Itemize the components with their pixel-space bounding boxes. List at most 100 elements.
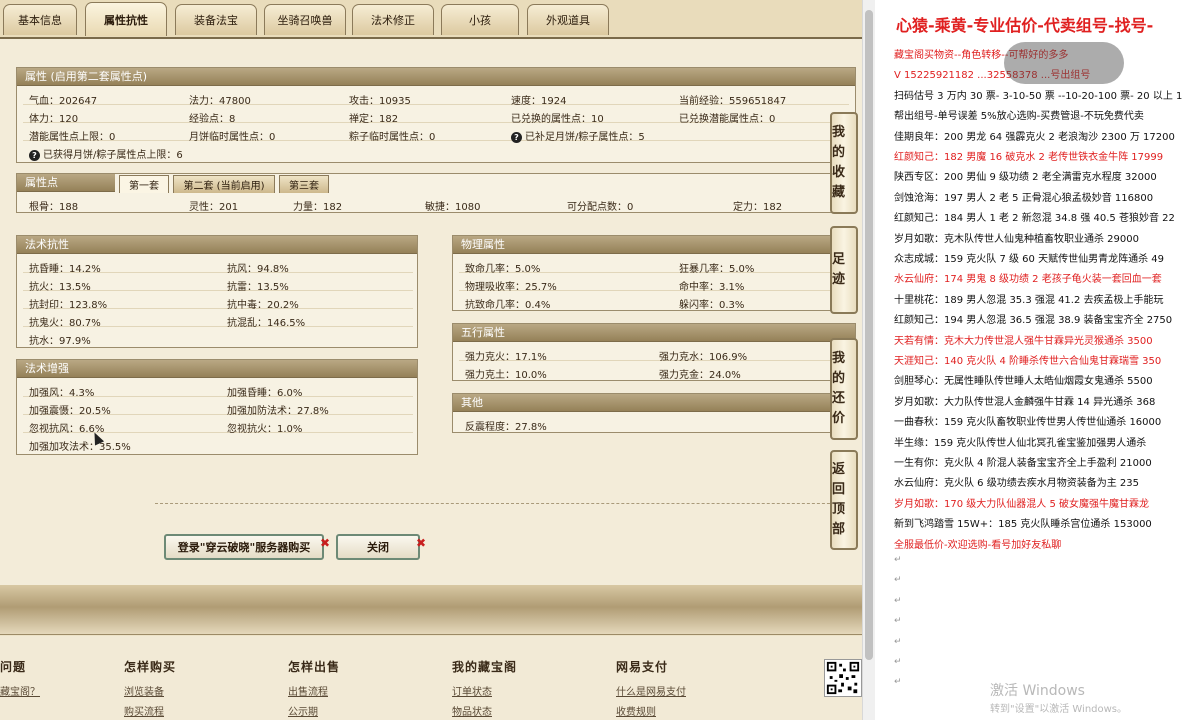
hp-value: 气血：202647 (29, 96, 98, 107)
overlay-line: 扫码估号 3 万内 30 票- 3-10-50 票 --10-20-100 票-… (894, 90, 1183, 102)
mooncake-filled-value: ? 已补足月饼/粽子属性点：5 (511, 128, 645, 143)
footer-link-public-period[interactable]: 公示期 (288, 703, 318, 718)
footer-link-fee-rules[interactable]: 收费规则 (616, 703, 656, 718)
footprints-button[interactable]: 足迹 (830, 226, 858, 314)
attributes-box: 属性 (启用第二套属性点) 气血：202647 法力：47800 攻击：1093… (16, 67, 856, 163)
question-icon[interactable]: ? (29, 150, 40, 161)
resist-wind: 抗风：94.8% (227, 264, 289, 275)
overlay-line: 红颜知己：182 男魔 16 破克水 2 老传世铁衣金牛阵 17999 (894, 152, 1164, 163)
tab-basic-info[interactable]: 基本信息 (3, 4, 77, 35)
counter-earth: 强力克土：10.0% (465, 370, 547, 381)
ignore-resist-fire: 忽视抗火：1.0% (227, 424, 303, 435)
spell-enhance-header: 法术增强 (17, 360, 417, 378)
close-icon: ✖ (416, 536, 427, 550)
tab-point-set-3[interactable]: 第三套 (279, 175, 329, 193)
overlay-line: 天若有情：克木大力传世混人强牛甘霖异光灵猴通杀 3500 (894, 335, 1153, 347)
resist-sleep: 抗昏睡：14.2% (29, 264, 101, 275)
resist-thunder: 抗雷：13.5% (227, 282, 289, 293)
tab-point-set-1[interactable]: 第一套 (119, 175, 169, 193)
footer-link-buy-process[interactable]: 购买流程 (124, 703, 164, 718)
resist-fire: 抗火：13.5% (29, 282, 91, 293)
attack-value: 攻击：10935 (349, 96, 411, 107)
stamina-value: 体力：120 (29, 114, 79, 125)
return-mark-icon: ↵ (894, 595, 902, 606)
return-mark-icon: ↵ (894, 555, 902, 565)
redeemed-points-value: 已兑换的属性点：10 (511, 114, 604, 125)
overlay-title: 心猿-乘黄-专业估价-代卖组号-找号- (896, 16, 1154, 35)
tab-children[interactable]: 小孩 (441, 4, 519, 35)
reflect-degree: 反震程度：27.8% (465, 422, 547, 433)
overlay-line: 佳期良年：200 男龙 64 强霹克火 2 老浪淘沙 2300 万 17200 (894, 131, 1175, 143)
tab-appearance[interactable]: 外观道具 (527, 4, 609, 35)
text-overlay-panel: 心猿-乘黄-专业估价-代卖组号-找号- 藏宝阁买物资--角色转移--可帮好的多多… (876, 0, 1188, 720)
potential-limit-value: 潜能属性点上限：0 (29, 132, 116, 143)
spell-resist-header: 法术抗性 (17, 236, 417, 254)
redeemed-potential-value: 已兑换潜能属性点：0 (679, 114, 776, 125)
enhance-wind: 加强风：4.3% (29, 388, 95, 399)
resist-water: 抗水：97.9% (29, 336, 91, 347)
footer-link-item-status[interactable]: 物品状态 (452, 703, 492, 718)
divider (155, 503, 855, 504)
overlay-line: 新到飞鸿踏雪 15W+：185 克火队睡杀宫位通杀 153000 (894, 519, 1152, 531)
zen-value: 禅定：182 (349, 114, 399, 125)
my-favorites-button[interactable]: 我的收藏 (830, 112, 858, 214)
strength-value: 力量：182 (293, 202, 343, 213)
counter-water: 强力克水：106.9% (659, 352, 748, 363)
overlay-line: 帮出组号-单号误差 5%放心选购-买费管退-不玩免费代卖 (894, 111, 1144, 123)
tab-mounts-pets[interactable]: 坐骑召唤兽 (264, 4, 346, 35)
scrollbar[interactable] (862, 0, 875, 720)
footer-col-how-to-buy: 怎样购买 (124, 660, 177, 674)
resist-ghostfire: 抗鬼火：80.7% (29, 318, 101, 329)
enhance-shock: 加强震慑：20.5% (29, 406, 111, 417)
counter-metal: 强力克金：24.0% (659, 370, 741, 381)
resist-seal: 抗封印：123.8% (29, 300, 108, 311)
question-icon[interactable]: ? (511, 132, 522, 143)
tab-equipment[interactable]: 装备法宝 (175, 4, 257, 35)
close-button[interactable]: 关闭 (336, 534, 420, 560)
footer-link-sell-process[interactable]: 出售流程 (288, 683, 328, 698)
counter-fire: 强力克火：17.1% (465, 352, 547, 363)
return-mark-icon: ↵ (894, 636, 902, 647)
overlay-line: 全服最低价-欢迎选购-看号加好友私聊 (894, 539, 1062, 551)
overlay-line: 陕西专区：200 男仙 9 级功绩 2 老全满雷克水程度 32000 (894, 172, 1157, 184)
login-server-buy-button[interactable]: 登录"穿云破晓"服务器购买 (164, 534, 324, 560)
footer-link-order-status[interactable]: 订单状态 (452, 683, 492, 698)
overlay-line: 剑胆琴心：无属性睡队传世睡人太皓仙烟霞女鬼通杀 5500 (894, 376, 1153, 388)
speed-value: 速度：1924 (511, 96, 567, 107)
footer-link-browse-equipment[interactable]: 浏览装备 (124, 683, 164, 698)
attribute-panel: 属性 (启用第二套属性点) 气血：202647 法力：47800 攻击：1093… (0, 37, 862, 585)
phys-absorb-rate: 物理吸收率：25.7% (465, 282, 557, 293)
spirit-value: 灵性：201 (189, 202, 239, 213)
overlay-line: 岁月如歌：克木队传世人仙鬼种植畜牧职业通杀 29000 (894, 233, 1139, 245)
hit-rate: 命中率：3.1% (679, 282, 745, 293)
footer-link-what-is-netease-pay[interactable]: 什么是网易支付 (616, 683, 686, 698)
anti-crit-rate: 抗致命几率：0.4% (465, 300, 551, 311)
overlay-line: 一生有你：克火队 4 阶混人装备宝宝齐全上手盈利 21000 (894, 458, 1152, 469)
decorative-rope-band (0, 585, 862, 635)
other-header: 其他 (453, 394, 855, 412)
scrollbar-thumb[interactable] (865, 10, 873, 660)
obscured-region (1004, 42, 1124, 84)
overlay-line: 岁月如歌：170 级大力队仙器混人 5 破女魔强牛魔甘霖龙 (894, 498, 1149, 510)
overlay-line: 十里桃花：189 男人忽混 35.3 强混 41.2 去疾孟极上手能玩 (894, 294, 1164, 306)
mp-value: 法力：47800 (189, 96, 251, 107)
dodge-rate: 躲闪率：0.3% (679, 300, 745, 311)
tab-attributes[interactable]: 属性抗性 (85, 2, 167, 36)
concentration-value: 定力：182 (733, 202, 783, 213)
return-mark-icon: ↵ (894, 616, 902, 627)
tab-point-set-2[interactable]: 第二套 (当前启用) (173, 175, 275, 193)
return-mark-icon: ↵ (894, 657, 902, 667)
my-counteroffer-button[interactable]: 我的还价 (830, 338, 858, 440)
tab-spell-correction[interactable]: 法术修正 (352, 4, 434, 35)
physical-box: 物理属性 致命几率：5.0% 狂暴几率：5.0% 物理吸收率：25.7% 命中率… (452, 235, 856, 311)
footer-link-what-is-cbg[interactable]: 藏宝阁？ (0, 683, 40, 698)
points-box: 属性点 第一套 第二套 (当前启用) 第三套 根骨：188 灵性：201 力量：… (16, 173, 856, 213)
wuxing-box: 五行属性 强力克火：17.1% 强力克水：106.9% 强力克土：10.0% 强… (452, 323, 856, 381)
physical-header: 物理属性 (453, 236, 855, 254)
cbg-page: 基本信息 属性抗性 装备法宝 坐骑召唤兽 法术修正 小孩 外观道具 属性 (启用… (0, 0, 875, 720)
resist-chaos: 抗混乱：146.5% (227, 318, 306, 329)
back-to-top-button[interactable]: 返回顶部 (830, 450, 858, 550)
crit-rate: 致命几率：5.0% (465, 264, 541, 275)
overlay-line: 一曲春秋：159 克火队畜牧职业传世男人传世仙通杀 16000 (894, 417, 1162, 429)
footer-col-netease-pay: 网易支付 (616, 660, 669, 674)
